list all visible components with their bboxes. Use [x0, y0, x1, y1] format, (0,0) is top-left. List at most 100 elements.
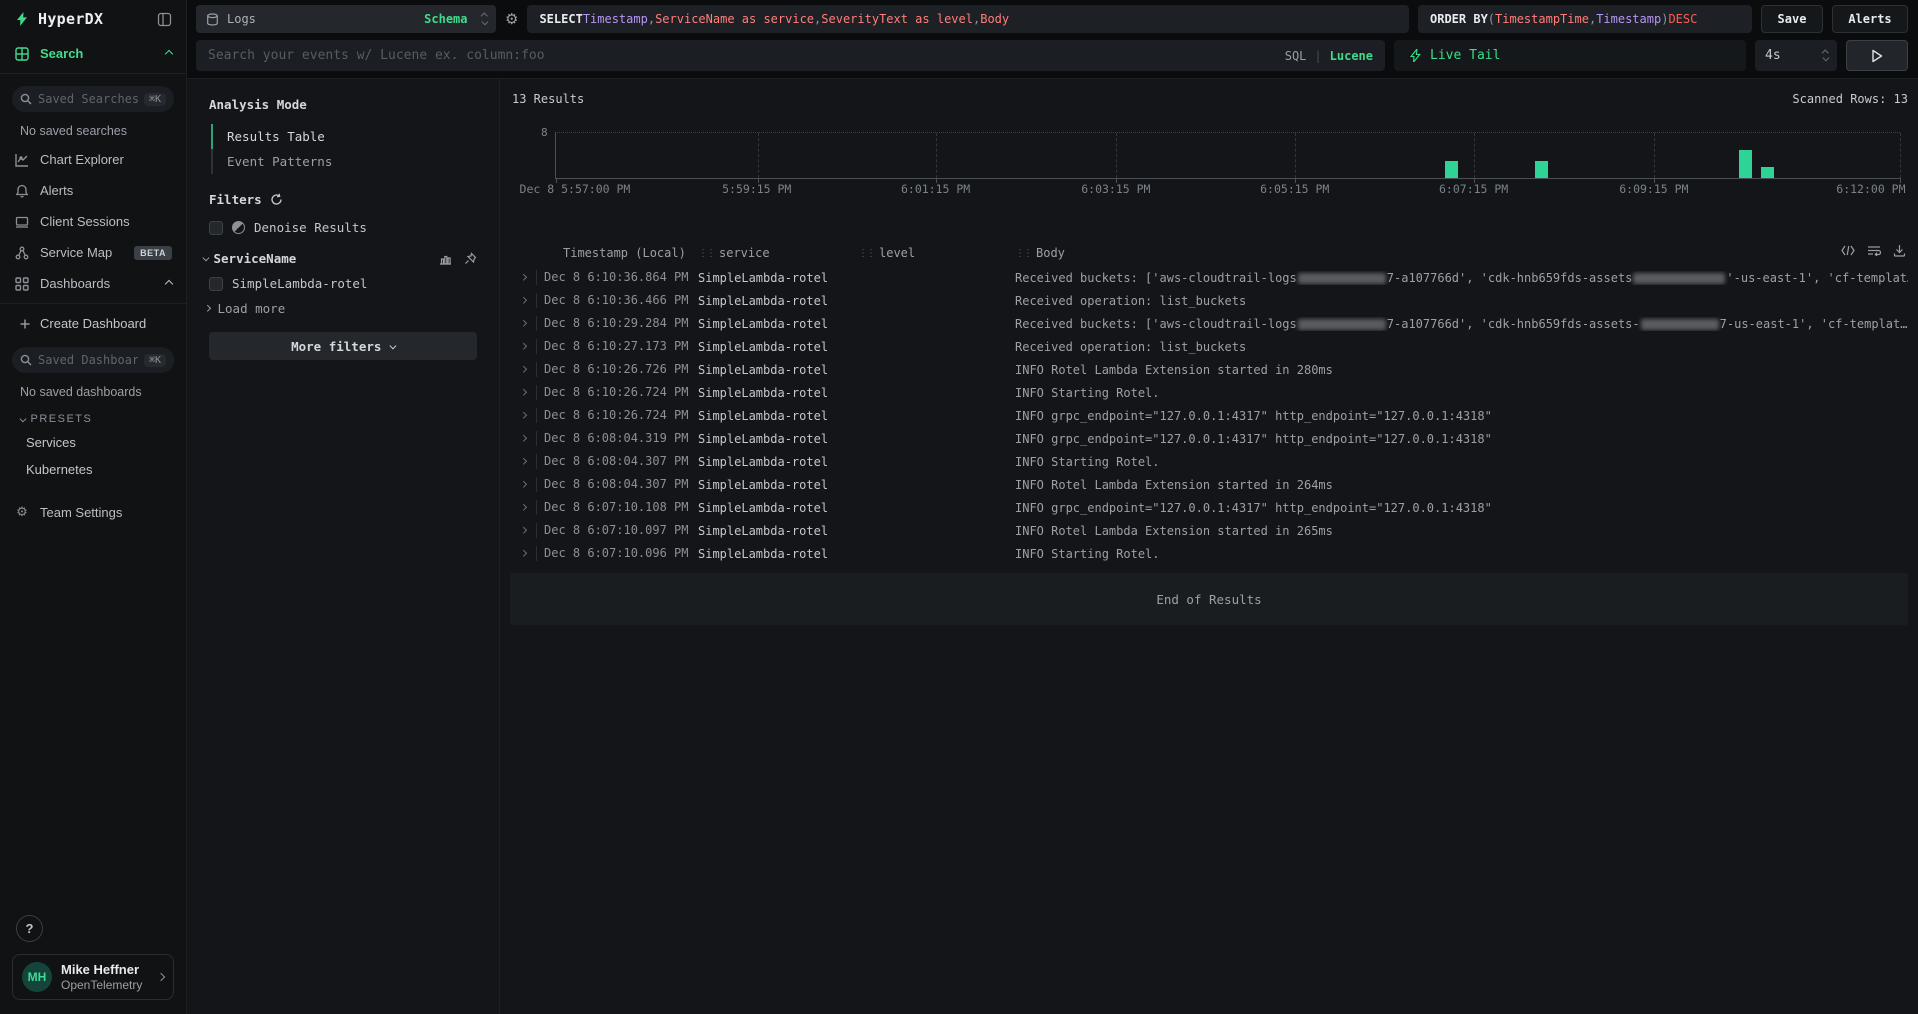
histogram-bar[interactable] — [1761, 167, 1774, 178]
redacted-block — [1298, 273, 1386, 284]
order-by-clause[interactable]: ORDER BY (TimestampTime, Timestamp) DESC — [1418, 5, 1752, 33]
save-button[interactable]: Save — [1761, 5, 1823, 33]
drag-handle-icon[interactable]: ⋮⋮ — [1015, 248, 1031, 259]
schema-label: Schema — [424, 12, 467, 26]
table-row[interactable]: Dec 8 6:07:10.108 PMSimpleLambda-rotelIN… — [510, 496, 1908, 519]
more-filters-button[interactable]: More filters — [209, 332, 477, 360]
table-row[interactable]: Dec 8 6:10:26.724 PMSimpleLambda-rotelIN… — [510, 381, 1908, 404]
row-expand-chevron-icon[interactable] — [510, 275, 536, 280]
select-clause[interactable]: SELECT Timestamp, ServiceName as service… — [527, 5, 1409, 33]
preset-item[interactable]: Services — [0, 429, 186, 456]
load-more-button[interactable]: Load more — [205, 301, 477, 316]
table-row[interactable]: Dec 8 6:10:26.726 PMSimpleLambda-rotelIN… — [510, 358, 1908, 381]
filter-value-checkbox[interactable] — [209, 277, 223, 291]
sidebar-item-chart-explorer[interactable]: Chart Explorer — [0, 144, 186, 175]
table-row[interactable]: Dec 8 6:10:27.173 PMSimpleLambda-rotelRe… — [510, 335, 1908, 358]
refresh-interval-select[interactable]: 4s — [1755, 40, 1837, 71]
denoise-checkbox[interactable] — [209, 221, 223, 235]
user-org: OpenTelemetry — [61, 978, 149, 992]
table-row[interactable]: Dec 8 6:07:10.097 PMSimpleLambda-rotelIN… — [510, 519, 1908, 542]
lucene-toggle[interactable]: Lucene — [1330, 49, 1373, 63]
column-header-body[interactable]: ⋮⋮Body — [1015, 246, 1908, 260]
drag-handle-icon[interactable]: ⋮⋮ — [858, 248, 874, 259]
row-expand-chevron-icon[interactable] — [510, 459, 536, 464]
row-expand-chevron-icon[interactable] — [510, 505, 536, 510]
presets-label: PRESETS — [31, 413, 93, 425]
source-settings-gear-icon[interactable]: ⚙ — [505, 5, 518, 33]
bar-chart-icon[interactable] — [439, 252, 452, 265]
row-expand-chevron-icon[interactable] — [510, 344, 536, 349]
row-expand-chevron-icon[interactable] — [510, 436, 536, 441]
histogram-bar[interactable] — [1739, 150, 1752, 178]
sql-toggle[interactable]: SQL — [1285, 49, 1307, 63]
sidebar-collapse-icon[interactable] — [157, 12, 172, 27]
wrap-lines-icon[interactable] — [1867, 244, 1881, 257]
user-menu[interactable]: MH Mike Heffner OpenTelemetry — [12, 954, 174, 1000]
download-icon[interactable] — [1893, 244, 1906, 257]
row-expand-chevron-icon[interactable] — [510, 482, 536, 487]
saved-dashboards-input[interactable] — [38, 353, 138, 367]
drag-handle-icon[interactable]: ⋮⋮ — [698, 248, 714, 259]
row-expand-chevron-icon[interactable] — [510, 413, 536, 418]
scanned-rows: Scanned Rows: 13 — [1792, 92, 1908, 106]
analysis-mode-option[interactable]: Results Table — [211, 124, 477, 149]
filter-group-servicename[interactable]: ServiceName — [203, 251, 477, 266]
chart-plot[interactable]: 8 — [555, 132, 1900, 179]
source-select[interactable]: Logs Schema — [196, 5, 496, 33]
sidebar-item-search[interactable]: Search — [0, 38, 186, 69]
help-button[interactable]: ? — [16, 915, 43, 942]
redacted-block — [1641, 319, 1719, 330]
sidebar-item-label: Service Map — [40, 245, 112, 260]
live-tail-button[interactable]: Live Tail — [1394, 40, 1746, 71]
row-expand-chevron-icon[interactable] — [510, 367, 536, 372]
table-row[interactable]: Dec 8 6:10:29.284 PMSimpleLambda-rotelRe… — [510, 312, 1908, 335]
column-header-level[interactable]: ⋮⋮level — [858, 246, 1015, 260]
plus-icon — [20, 319, 30, 329]
table-row[interactable]: Dec 8 6:10:26.724 PMSimpleLambda-rotelIN… — [510, 404, 1908, 427]
chevron-down-icon — [20, 415, 26, 421]
sidebar-item-team-settings[interactable]: ⚙ Team Settings — [0, 497, 186, 528]
run-query-button[interactable] — [1846, 40, 1908, 71]
table-row[interactable]: Dec 8 6:10:36.864 PMSimpleLambda-rotelRe… — [510, 266, 1908, 289]
table-row[interactable]: Dec 8 6:08:04.307 PMSimpleLambda-rotelIN… — [510, 450, 1908, 473]
table-row[interactable]: Dec 8 6:07:10.096 PMSimpleLambda-rotelIN… — [510, 542, 1908, 565]
row-expand-chevron-icon[interactable] — [510, 528, 536, 533]
sidebar-item-dashboards[interactable]: Dashboards — [0, 268, 186, 299]
saved-searches-input[interactable] — [38, 92, 138, 106]
code-view-icon[interactable] — [1841, 244, 1855, 257]
sidebar-item-client-sessions[interactable]: Client Sessions — [0, 206, 186, 237]
sidebar-item-service-map[interactable]: Service Map BETA — [0, 237, 186, 268]
chart-x-axis: Dec 8 5:57:00 PM5:59:15 PM6:01:15 PM6:03… — [555, 179, 1900, 196]
cell-timestamp: Dec 8 6:10:26.724 PM — [536, 385, 698, 400]
pin-icon[interactable] — [464, 252, 477, 265]
filter-value-option[interactable]: SimpleLambda-rotel — [209, 276, 477, 291]
denoise-results-option[interactable]: Denoise Results — [209, 220, 477, 235]
histogram-bar[interactable] — [1445, 161, 1458, 178]
analysis-mode-option[interactable]: Event Patterns — [211, 149, 477, 174]
table-row[interactable]: Dec 8 6:08:04.319 PMSimpleLambda-rotelIN… — [510, 427, 1908, 450]
filters-header: Filters — [209, 192, 477, 207]
cell-body: INFO grpc_endpoint="127.0.0.1:4317" http… — [1015, 501, 1908, 515]
lightning-icon — [1410, 49, 1421, 62]
table-row[interactable]: Dec 8 6:08:04.307 PMSimpleLambda-rotelIN… — [510, 473, 1908, 496]
bell-icon — [14, 184, 30, 198]
column-header-service[interactable]: ⋮⋮service — [698, 246, 858, 260]
presets-toggle[interactable]: PRESETS — [0, 405, 186, 429]
row-expand-chevron-icon[interactable] — [510, 321, 536, 326]
column-header-timestamp[interactable]: Timestamp (Local) — [536, 246, 698, 260]
denoise-icon — [232, 221, 245, 234]
create-dashboard-button[interactable]: Create Dashboard — [0, 308, 186, 339]
refresh-icon[interactable] — [270, 193, 283, 206]
saved-searches-box[interactable]: ⌘K — [12, 86, 174, 112]
histogram-bar[interactable] — [1535, 161, 1548, 178]
alerts-button[interactable]: Alerts — [1832, 5, 1908, 33]
saved-dashboards-box[interactable]: ⌘K — [12, 347, 174, 373]
preset-item[interactable]: Kubernetes — [0, 456, 186, 483]
event-search-input[interactable] — [208, 48, 1275, 63]
row-expand-chevron-icon[interactable] — [510, 390, 536, 395]
row-expand-chevron-icon[interactable] — [510, 551, 536, 556]
event-search-box[interactable]: SQL | Lucene — [196, 40, 1385, 71]
sidebar-item-alerts[interactable]: Alerts — [0, 175, 186, 206]
table-row[interactable]: Dec 8 6:10:36.466 PMSimpleLambda-rotelRe… — [510, 289, 1908, 312]
row-expand-chevron-icon[interactable] — [510, 298, 536, 303]
